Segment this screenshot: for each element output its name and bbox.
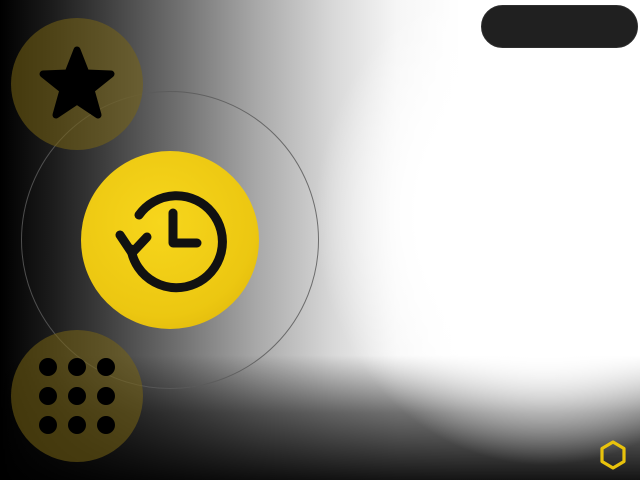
grid-dot bbox=[68, 358, 86, 376]
grid-dot bbox=[68, 416, 86, 434]
grid-dot bbox=[39, 416, 57, 434]
top-status-pill[interactable] bbox=[481, 5, 638, 48]
grid-dot bbox=[97, 416, 115, 434]
grid-dot bbox=[68, 387, 86, 405]
grid-dot bbox=[39, 387, 57, 405]
grid-dot bbox=[39, 358, 57, 376]
grid-dots-icon bbox=[39, 358, 115, 434]
apps-button[interactable] bbox=[11, 330, 143, 462]
grid-dot bbox=[97, 387, 115, 405]
favorites-button[interactable] bbox=[11, 18, 143, 150]
star-icon bbox=[39, 46, 115, 119]
history-button[interactable] bbox=[81, 151, 259, 329]
grid-dot bbox=[97, 358, 115, 376]
hexagon-icon[interactable] bbox=[598, 439, 628, 471]
history-icon bbox=[115, 191, 227, 293]
